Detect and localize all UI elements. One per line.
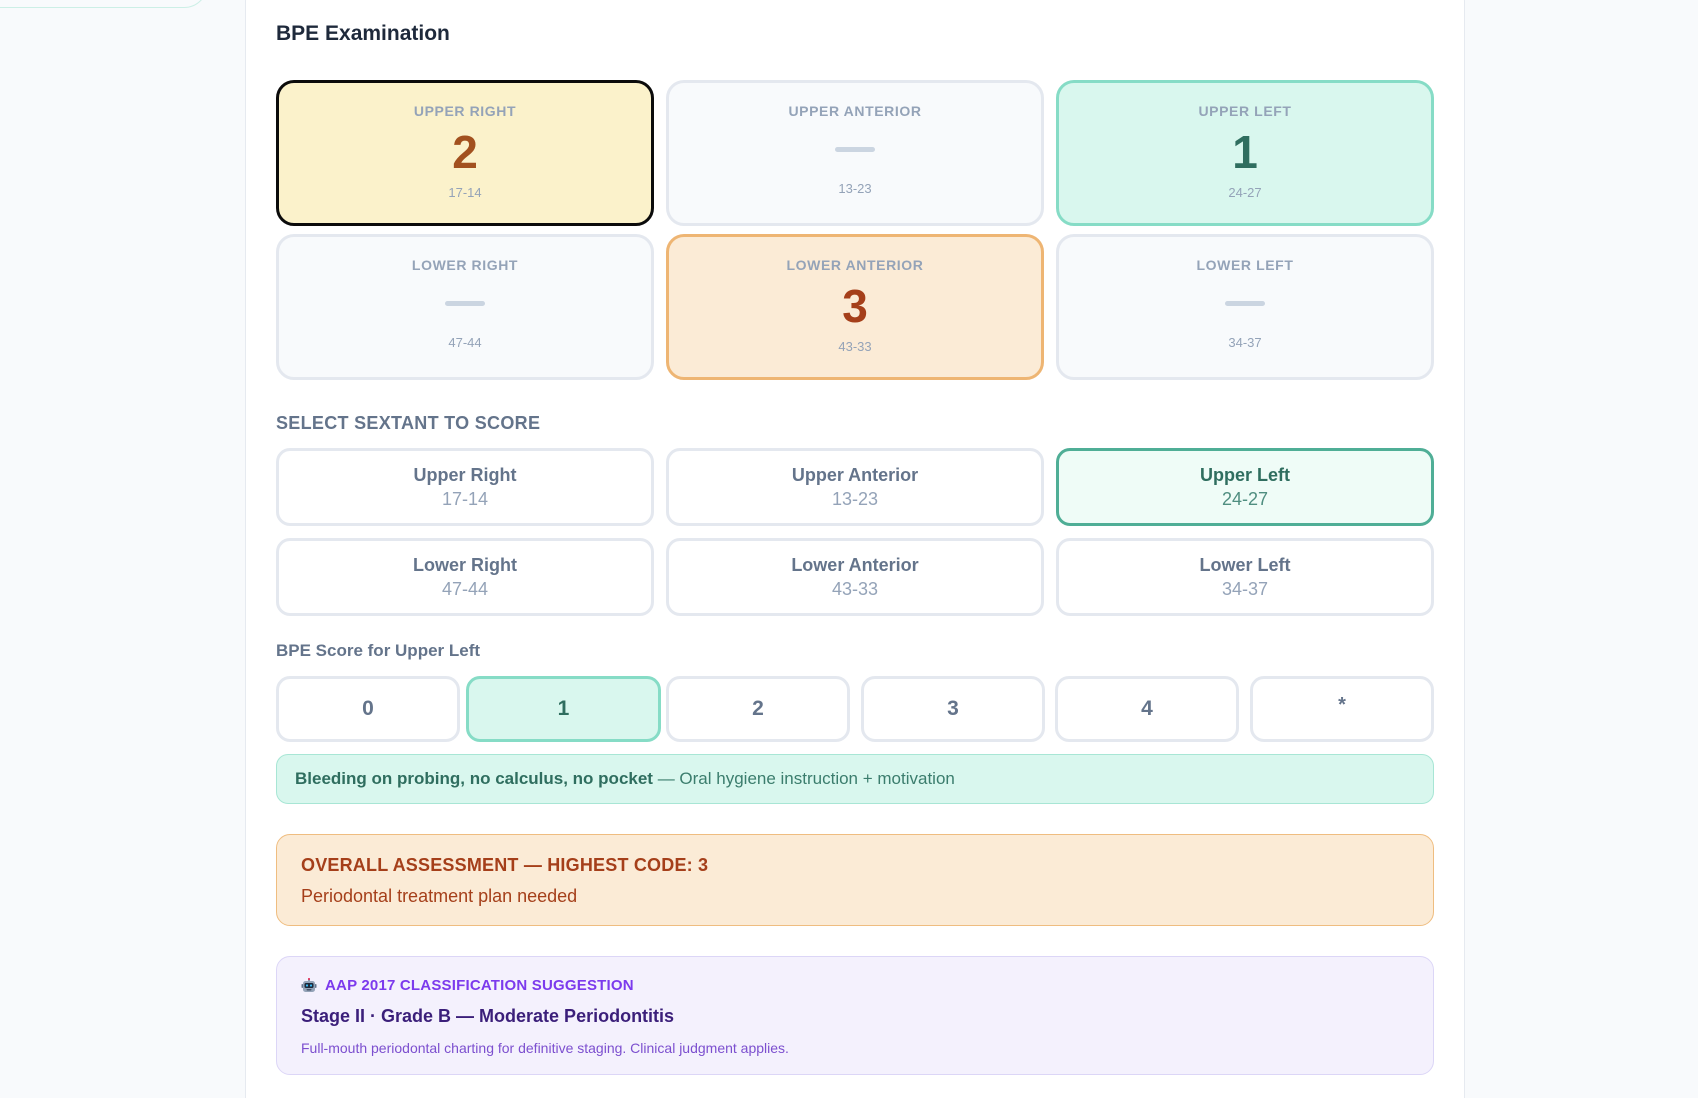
page-title: BPE Examination	[276, 22, 450, 45]
sextant-range: 13-23	[838, 181, 872, 196]
option-range: 17-14	[441, 488, 489, 509]
select-upper-right[interactable]: Upper Right 17-14	[276, 448, 654, 526]
option-name: Upper Left	[1200, 464, 1290, 485]
score-description-title: Bleeding on probing, no calculus, no poc…	[295, 769, 653, 788]
sextant-range: 17-14	[448, 185, 482, 200]
select-upper-left[interactable]: Upper Left 24-27	[1056, 448, 1434, 526]
aap-heading: AAP 2017 CLASSIFICATION SUGGESTION	[325, 977, 634, 994]
aap-classification-card: AAP 2017 CLASSIFICATION SUGGESTION Stage…	[276, 956, 1434, 1075]
previous-card-edge	[0, 0, 208, 8]
empty-score-dash	[445, 301, 485, 306]
option-name: Lower Anterior	[791, 554, 919, 575]
select-upper-anterior[interactable]: Upper Anterior 13-23	[666, 448, 1044, 526]
score-button-3[interactable]: 3	[861, 676, 1045, 742]
score-button-4[interactable]: 4	[1055, 676, 1239, 742]
sextant-card-lower-right[interactable]: LOWER RIGHT 47-44	[276, 234, 654, 380]
score-button-2[interactable]: 2	[666, 676, 850, 742]
sextant-range: 34-37	[1228, 335, 1262, 350]
overall-assessment-heading: OVERALL ASSESSMENT — HIGHEST CODE: 3	[301, 855, 709, 875]
score-description: Bleeding on probing, no calculus, no poc…	[276, 754, 1434, 804]
option-name: Lower Left	[1199, 554, 1291, 575]
sextant-card-upper-anterior[interactable]: UPPER ANTERIOR 13-23	[666, 80, 1044, 226]
option-range: 13-23	[831, 488, 879, 509]
sextant-card-lower-left[interactable]: LOWER LEFT 34-37	[1056, 234, 1434, 380]
score-button-0[interactable]: 0	[276, 676, 460, 742]
score-heading: BPE Score for Upper Left	[276, 641, 481, 660]
sextant-range: 43-33	[838, 339, 872, 354]
option-name: Upper Anterior	[791, 464, 919, 485]
sextant-card-upper-left[interactable]: UPPER LEFT 1 24-27	[1056, 80, 1434, 226]
aap-heading-row: AAP 2017 CLASSIFICATION SUGGESTION	[301, 977, 1409, 994]
option-range: 43-33	[831, 578, 879, 599]
option-name: Upper Right	[413, 464, 517, 485]
sextant-score: 2	[452, 126, 478, 178]
sextant-label: UPPER RIGHT	[413, 103, 517, 119]
select-lower-anterior[interactable]: Lower Anterior 43-33	[666, 538, 1044, 616]
sextant-score: 1	[1232, 126, 1258, 178]
select-lower-left[interactable]: Lower Left 34-37	[1056, 538, 1434, 616]
overall-assessment: OVERALL ASSESSMENT — HIGHEST CODE: 3 Per…	[276, 834, 1434, 926]
sextant-score: 3	[842, 280, 868, 332]
overall-assessment-text: Periodontal treatment plan needed	[301, 886, 578, 906]
sextant-label: LOWER RIGHT	[411, 257, 519, 273]
sextant-selector: Upper Right 17-14 Upper Anterior 13-23 U…	[276, 448, 1434, 616]
sextant-range: 24-27	[1228, 185, 1262, 200]
empty-score-dash	[1225, 301, 1265, 306]
option-range: 24-27	[1221, 488, 1269, 509]
sextant-summary-grid: UPPER RIGHT 2 17-14 UPPER ANTERIOR 13-23…	[276, 80, 1434, 380]
option-name: Lower Right	[413, 554, 517, 575]
sextant-card-upper-right[interactable]: UPPER RIGHT 2 17-14	[276, 80, 654, 226]
aap-stage-grade: Stage II · Grade B — Moderate Periodonti…	[301, 1006, 675, 1026]
sextant-card-lower-anterior[interactable]: LOWER ANTERIOR 3 43-33	[666, 234, 1044, 380]
sextant-range: 47-44	[448, 335, 482, 350]
score-description-action: — Oral hygiene instruction + motivation	[652, 769, 955, 788]
score-buttons: 0 1 2 3 4 *	[276, 676, 1434, 742]
score-button-1[interactable]: 1	[466, 676, 661, 742]
sextant-label: UPPER LEFT	[1198, 103, 1292, 119]
sextant-label: UPPER ANTERIOR	[788, 103, 922, 119]
robot-icon	[301, 977, 317, 992]
option-range: 34-37	[1221, 578, 1269, 599]
empty-score-dash	[835, 147, 875, 152]
aap-footnote: Full-mouth periodontal charting for defi…	[301, 1040, 789, 1056]
sextant-label: LOWER LEFT	[1196, 257, 1294, 273]
select-lower-right[interactable]: Lower Right 47-44	[276, 538, 654, 616]
score-button-star[interactable]: *	[1250, 676, 1434, 742]
sextant-label: LOWER ANTERIOR	[786, 257, 924, 273]
select-sextant-heading: SELECT SEXTANT TO SCORE	[276, 413, 541, 433]
option-range: 47-44	[441, 578, 489, 599]
